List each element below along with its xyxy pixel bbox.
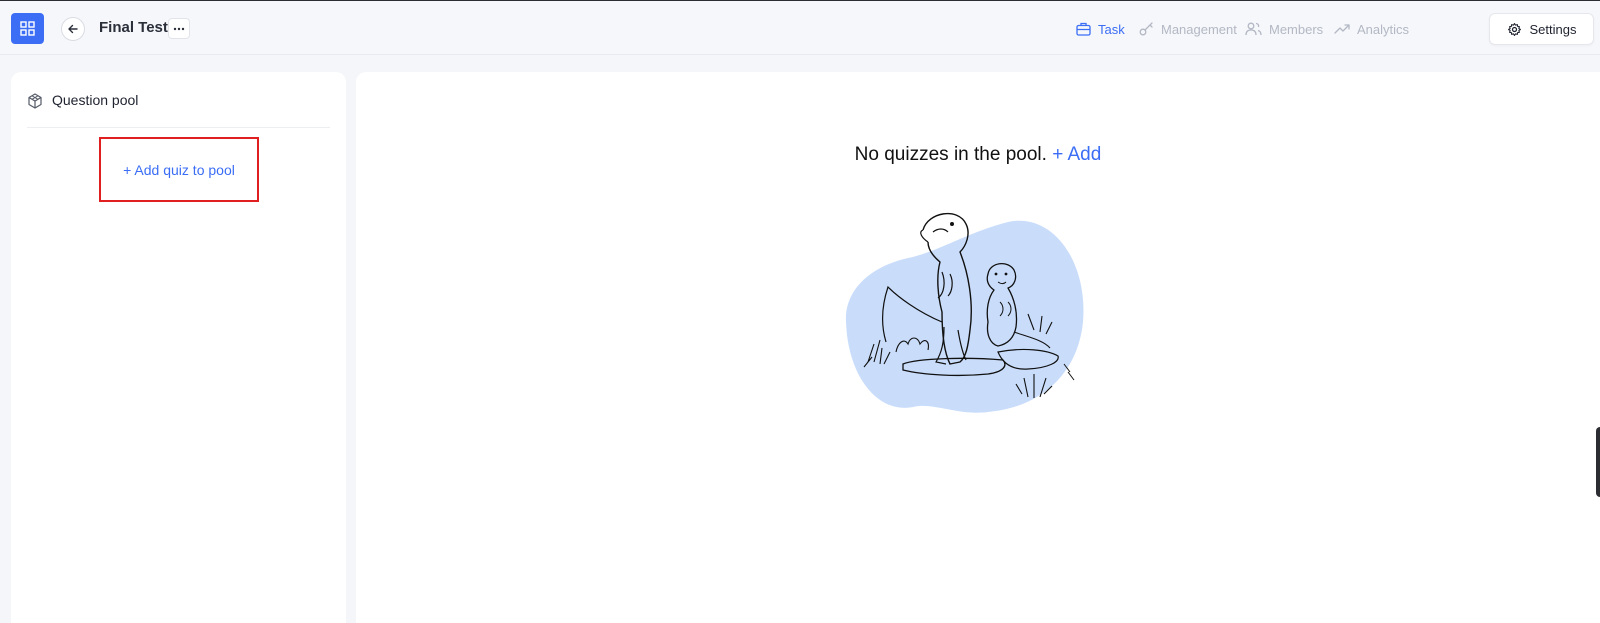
more-options-button[interactable] — [168, 18, 190, 39]
tab-analytics-label: Analytics — [1357, 21, 1410, 37]
question-pool-title: Question pool — [52, 92, 139, 108]
apps-menu-button[interactable] — [11, 13, 44, 44]
key-icon — [1139, 22, 1153, 36]
cube-icon — [28, 93, 42, 109]
main-content-panel: No quizzes in the pool. + Add — [356, 72, 1600, 623]
tab-management-label: Management — [1161, 21, 1237, 37]
question-pool-panel: Question pool + Add quiz to pool — [11, 72, 346, 623]
side-drawer-handle[interactable] — [1596, 427, 1600, 497]
settings-button[interactable]: Settings — [1489, 13, 1594, 45]
add-quiz-highlight: + Add quiz to pool — [99, 137, 259, 202]
empty-state-message: No quizzes in the pool. + Add — [356, 144, 1600, 166]
add-quiz-to-pool-link[interactable]: + Add quiz to pool — [123, 162, 235, 178]
briefcase-icon — [1076, 22, 1091, 36]
meerkats-illustration — [845, 212, 1084, 413]
tab-members-label: Members — [1269, 21, 1324, 37]
grid-icon — [20, 21, 35, 36]
tab-task-label: Task — [1098, 21, 1125, 37]
trending-up-icon — [1334, 24, 1350, 34]
users-icon — [1245, 22, 1262, 36]
page-title: Final Test — [99, 19, 168, 36]
empty-state-text: No quizzes in the pool. — [854, 144, 1047, 165]
gear-icon — [1507, 22, 1521, 36]
tab-management[interactable]: Management — [1139, 19, 1237, 39]
tab-task[interactable]: Task — [1076, 19, 1125, 39]
arrow-left-icon — [68, 24, 78, 34]
ellipsis-icon — [173, 27, 185, 30]
top-header: Final Test Task Management Members Analy… — [0, 1, 1600, 55]
tab-analytics[interactable]: Analytics — [1334, 19, 1409, 39]
settings-label: Settings — [1529, 21, 1577, 37]
tab-members[interactable]: Members — [1245, 19, 1323, 39]
question-pool-header: Question pool — [27, 90, 330, 128]
back-button[interactable] — [61, 17, 85, 41]
add-quiz-link[interactable]: + Add — [1052, 144, 1101, 165]
